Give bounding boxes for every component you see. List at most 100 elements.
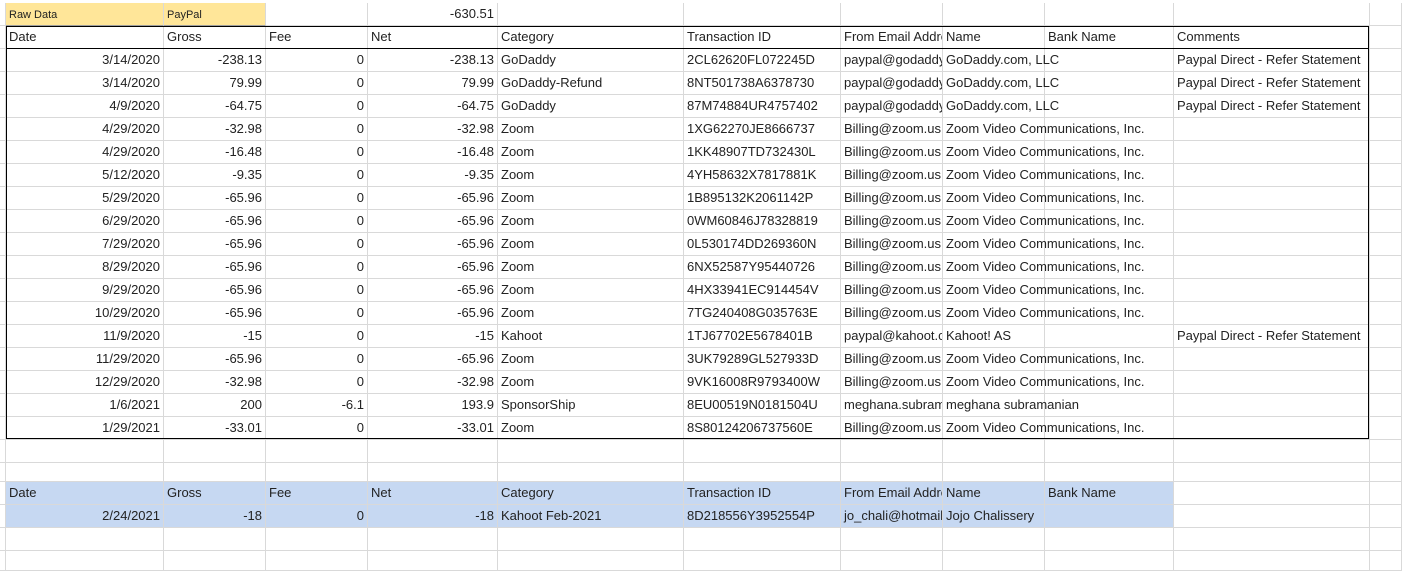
cell[interactable] — [943, 459, 1045, 482]
cell-gross[interactable]: -65.96 — [164, 233, 266, 256]
cell-transaction-id[interactable]: 1KK48907TD732430L — [684, 141, 841, 164]
cell[interactable] — [1174, 459, 1370, 482]
cell-fee[interactable]: 0 — [266, 371, 368, 394]
cell-comments[interactable] — [1174, 348, 1370, 371]
cell-category[interactable]: Zoom — [498, 233, 684, 256]
cell-date[interactable]: 5/29/2020 — [6, 187, 164, 210]
cell-gross[interactable]: -65.96 — [164, 302, 266, 325]
cell[interactable] — [1370, 3, 1402, 26]
cell-date[interactable]: 4/29/2020 — [6, 141, 164, 164]
cell-net[interactable]: -32.98 — [368, 371, 498, 394]
cell-gross[interactable]: -32.98 — [164, 118, 266, 141]
cell-from-email[interactable]: meghana.subramanian — [841, 394, 943, 417]
cell-fee[interactable]: 0 — [266, 233, 368, 256]
cell-from-email[interactable]: Billing@zoom.us — [841, 118, 943, 141]
second-row-date[interactable]: 2/24/2021 — [6, 505, 164, 528]
cell-from-email[interactable]: Billing@zoom.us — [841, 302, 943, 325]
cell[interactable] — [1370, 482, 1402, 505]
cell-net[interactable]: -16.48 — [368, 141, 498, 164]
second-row-name[interactable]: Jojo Chalissery — [943, 505, 1045, 528]
cell-name[interactable]: Zoom Video Communications, Inc. — [943, 302, 1144, 325]
cell[interactable] — [266, 3, 368, 26]
cell-net[interactable]: -65.96 — [368, 279, 498, 302]
cell-comments[interactable]: Paypal Direct - Refer Statement — [1174, 325, 1370, 348]
header-net[interactable]: Net — [368, 26, 498, 49]
cell-transaction-id[interactable]: 8S80124206737560E — [684, 417, 841, 440]
cell[interactable] — [368, 459, 498, 482]
cell[interactable] — [1370, 95, 1402, 118]
cell-category[interactable]: GoDaddy-Refund — [498, 72, 684, 95]
cell-gross[interactable]: -65.96 — [164, 348, 266, 371]
cell[interactable] — [266, 459, 368, 482]
second-header-fee[interactable]: Fee — [266, 482, 368, 505]
cell[interactable] — [943, 3, 1045, 26]
cell[interactable] — [1370, 210, 1402, 233]
cell-date[interactable]: 3/14/2020 — [6, 49, 164, 72]
cell[interactable] — [1370, 459, 1402, 482]
cell-category[interactable]: Zoom — [498, 371, 684, 394]
cell-category[interactable]: Zoom — [498, 279, 684, 302]
cell-net[interactable]: 79.99 — [368, 72, 498, 95]
cell-name[interactable]: Zoom Video Communications, Inc. — [943, 279, 1144, 302]
cell-date[interactable]: 6/29/2020 — [6, 210, 164, 233]
cell-from-email[interactable]: Billing@zoom.us — [841, 164, 943, 187]
cell-comments[interactable] — [1174, 256, 1370, 279]
cell-category[interactable]: SponsorShip — [498, 394, 684, 417]
cell-name[interactable]: Zoom Video Communications, Inc. — [943, 187, 1144, 210]
cell-gross[interactable]: -33.01 — [164, 417, 266, 440]
cell-fee[interactable]: 0 — [266, 210, 368, 233]
cell-date[interactable]: 8/29/2020 — [6, 256, 164, 279]
cell-gross[interactable]: -9.35 — [164, 164, 266, 187]
cell-fee[interactable]: 0 — [266, 417, 368, 440]
cell-transaction-id[interactable]: 3UK79289GL527933D — [684, 348, 841, 371]
cell-fee[interactable]: 0 — [266, 256, 368, 279]
cell[interactable] — [1045, 459, 1174, 482]
cell[interactable] — [1045, 548, 1174, 571]
header-gross[interactable]: Gross — [164, 26, 266, 49]
header-category[interactable]: Category — [498, 26, 684, 49]
cell-gross[interactable]: -65.96 — [164, 210, 266, 233]
cell-transaction-id[interactable]: 0WM60846J78328819 — [684, 210, 841, 233]
cell[interactable] — [943, 548, 1045, 571]
second-row-net[interactable]: -18 — [368, 505, 498, 528]
cell-transaction-id[interactable]: 9VK16008R9793400W — [684, 371, 841, 394]
cell-net[interactable]: -64.75 — [368, 95, 498, 118]
cell-comments[interactable]: Paypal Direct - Refer Statement — [1174, 95, 1370, 118]
cell-gross[interactable]: -15 — [164, 325, 266, 348]
second-header-gross[interactable]: Gross — [164, 482, 266, 505]
cell[interactable] — [1370, 325, 1402, 348]
cell-net[interactable]: -9.35 — [368, 164, 498, 187]
cell-name[interactable]: Zoom Video Communications, Inc. — [943, 233, 1144, 256]
cell-from-email[interactable]: Billing@zoom.us — [841, 417, 943, 440]
cell[interactable] — [164, 459, 266, 482]
cell-comments[interactable] — [1174, 164, 1370, 187]
cell-category[interactable]: Zoom — [498, 348, 684, 371]
cell-fee[interactable]: 0 — [266, 187, 368, 210]
cell[interactable] — [6, 548, 164, 571]
cell-from-email[interactable]: Billing@zoom.us — [841, 141, 943, 164]
cell[interactable] — [1045, 3, 1174, 26]
cell-name[interactable]: GoDaddy.com, LLC — [943, 49, 1059, 72]
cell-date[interactable]: 4/9/2020 — [6, 95, 164, 118]
cell[interactable] — [1370, 118, 1402, 141]
cell-fee[interactable]: 0 — [266, 72, 368, 95]
cell-gross[interactable]: -65.96 — [164, 279, 266, 302]
cell-category[interactable]: Zoom — [498, 141, 684, 164]
second-header-date[interactable]: Date — [6, 482, 164, 505]
cell-date[interactable]: 9/29/2020 — [6, 279, 164, 302]
second-row-fee[interactable]: 0 — [266, 505, 368, 528]
cell-from-email[interactable]: Billing@zoom.us — [841, 256, 943, 279]
header-from-email[interactable]: From Email Address — [841, 26, 943, 49]
cell-name[interactable]: Zoom Video Communications, Inc. — [943, 417, 1144, 440]
header-transaction-id[interactable]: Transaction ID — [684, 26, 841, 49]
second-header-net[interactable]: Net — [368, 482, 498, 505]
cell-comments[interactable] — [1174, 233, 1370, 256]
cell[interactable] — [1174, 505, 1370, 528]
cell-net[interactable]: -65.96 — [368, 302, 498, 325]
header-comments[interactable]: Comments — [1174, 26, 1370, 49]
cell-gross[interactable]: -32.98 — [164, 371, 266, 394]
cell-fee[interactable]: 0 — [266, 348, 368, 371]
cell-gross[interactable]: 79.99 — [164, 72, 266, 95]
cell[interactable] — [164, 548, 266, 571]
cell-date[interactable]: 5/12/2020 — [6, 164, 164, 187]
